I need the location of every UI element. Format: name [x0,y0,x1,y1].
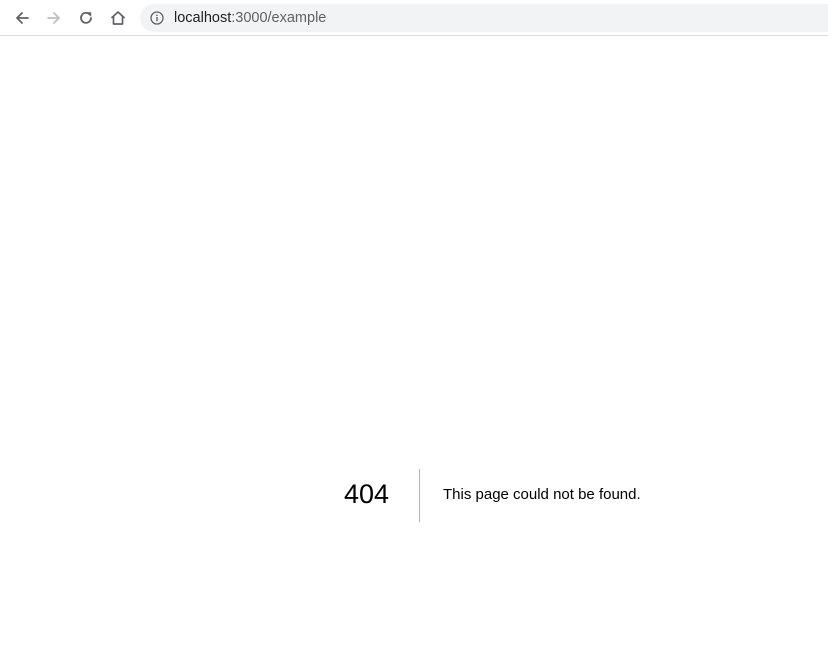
url-host: localhost [174,10,232,26]
divider [419,469,420,522]
browser-toolbar: localhost:3000/example [0,0,828,36]
error-code: 404 [344,479,390,509]
home-button[interactable] [104,4,132,32]
url-text[interactable]: localhost:3000/example [174,4,326,32]
address-bar[interactable]: localhost:3000/example [140,4,828,32]
url-path: :3000/example [231,10,327,26]
reload-icon [80,11,92,24]
arrow-right-icon [47,12,60,24]
arrow-left-icon [16,12,29,24]
error-message: This page could not be found. [443,486,641,503]
forward-button[interactable] [40,4,68,32]
back-button[interactable] [8,4,36,32]
home-icon [111,11,125,25]
reload-button[interactable] [72,4,100,32]
info-icon[interactable] [150,11,164,25]
page-content: 404 This page could not be found. [0,37,828,656]
